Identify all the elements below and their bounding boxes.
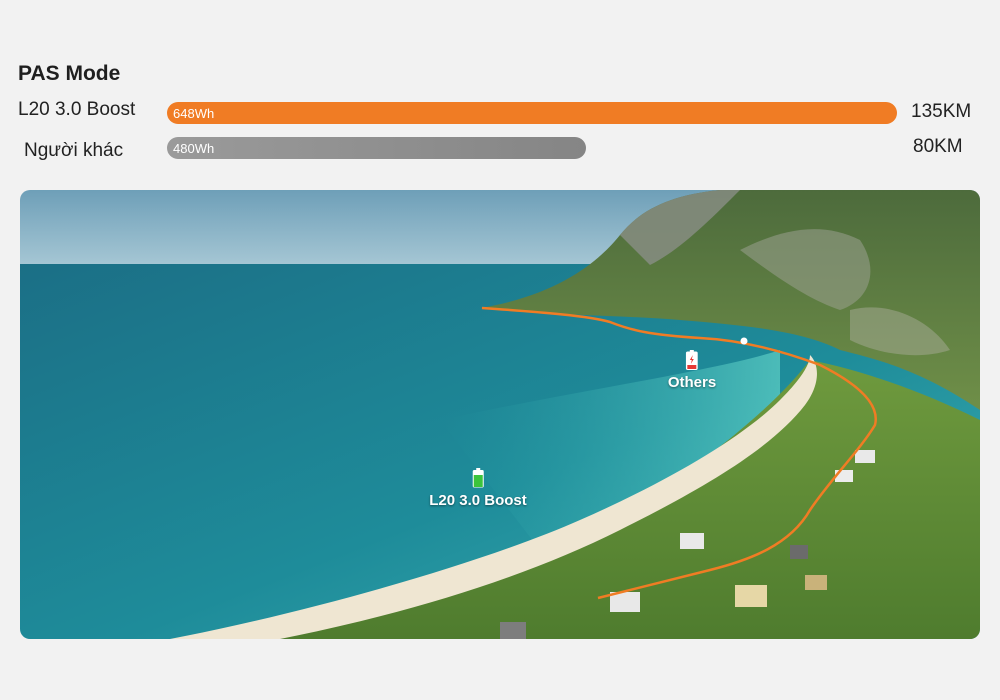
capacity-label: 480Wh [173,140,215,156]
comparison-row-boost: L20 3.0 Boost 648Wh 135KM [0,99,1000,125]
coastline-illustration [20,190,980,639]
marker-boost-label: L20 3.0 Boost [429,492,527,509]
battery-low-icon [685,350,698,370]
marker-others: Others [668,350,716,391]
battery-full-icon [472,468,484,488]
marker-others-label: Others [667,374,717,391]
comparison-row-others: Người khác 480Wh 80KM [0,136,1000,163]
range-value: 80KM [913,136,963,157]
range-bar-boost: 648Wh [167,102,897,124]
coastline-route-image: Others L20 3.0 Boost [20,190,980,639]
marker-boost: L20 3.0 Boost [429,468,527,509]
range-value: 135KM [911,101,972,122]
row-label: Người khác [24,140,124,161]
capacity-label: 648Wh [173,105,215,121]
pas-mode-title: PAS Mode [18,62,121,85]
row-label: L20 3.0 Boost [18,99,136,120]
route-endpoint-dot [740,337,748,345]
range-bar-others: 480Wh [167,137,586,159]
